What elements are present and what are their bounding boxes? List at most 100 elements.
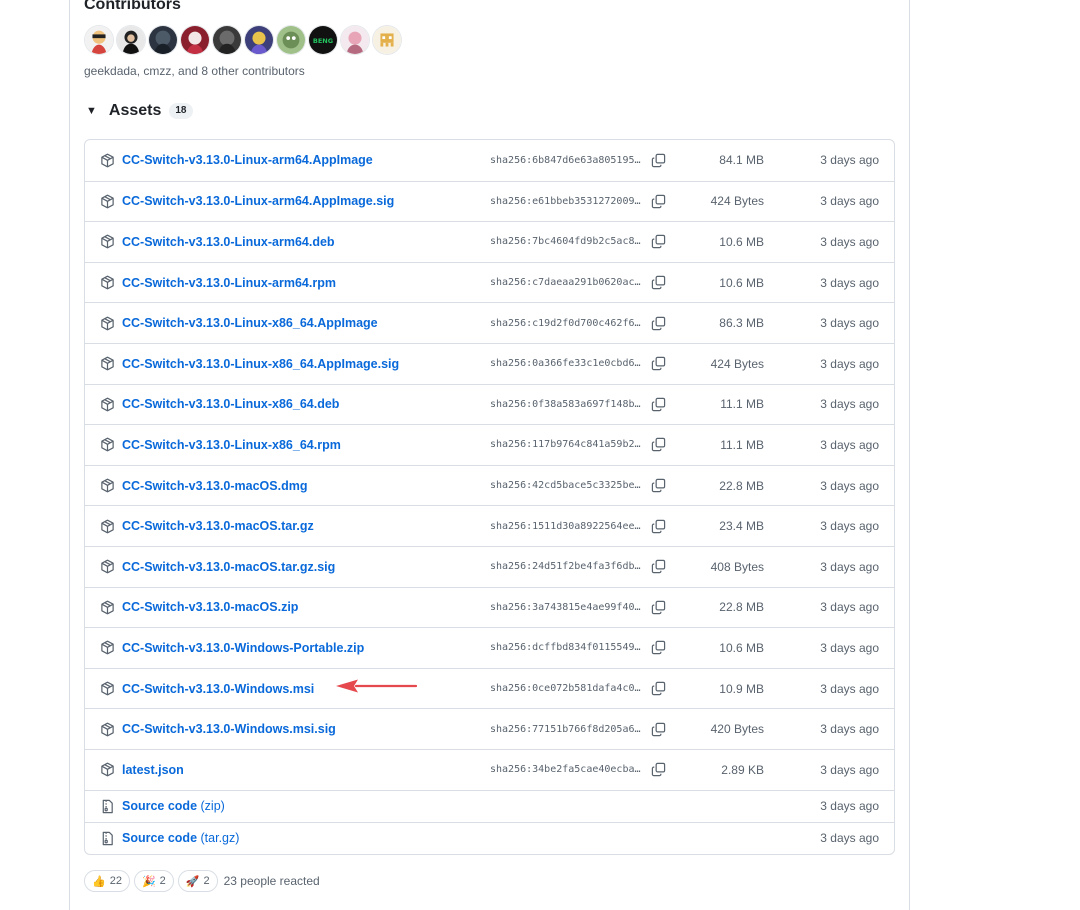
assets-list: CC-Switch-v3.13.0-Linux-arm64.AppImage s… <box>84 139 895 855</box>
asset-date: 3 days ago <box>820 356 879 371</box>
avatar[interactable] <box>180 25 210 55</box>
asset-date: 3 days ago <box>820 153 879 168</box>
asset-sha: sha256:dcffbd834f0115549… <box>490 642 641 654</box>
asset-date: 3 days ago <box>820 559 879 574</box>
package-icon <box>100 437 115 452</box>
reaction-button[interactable]: 👍 22 <box>84 870 130 892</box>
asset-link[interactable]: CC-Switch-v3.13.0-macOS.zip <box>122 600 298 614</box>
asset-size: 424 Bytes <box>710 356 764 371</box>
asset-link[interactable]: CC-Switch-v3.13.0-Windows-Portable.zip <box>122 641 364 655</box>
asset-row: CC-Switch-v3.13.0-Linux-x86_64.AppImage.… <box>85 342 894 384</box>
asset-sha: sha256:c19d2f0d700c462f6… <box>490 317 641 329</box>
copy-icon[interactable] <box>650 275 666 291</box>
copy-icon[interactable] <box>650 396 666 412</box>
copy-icon[interactable] <box>650 518 666 534</box>
copy-icon[interactable] <box>650 437 666 453</box>
asset-row: CC-Switch-v3.13.0-Windows.msi.sig sha256… <box>85 708 894 749</box>
asset-row: CC-Switch-v3.13.0-macOS.dmg sha256:42cd5… <box>85 464 894 506</box>
asset-sha: sha256:24d51f2be4fa3f6db… <box>490 561 641 573</box>
asset-date: 3 days ago <box>820 762 879 777</box>
asset-sha: sha256:c7daeaa291b0620ac… <box>490 277 641 289</box>
asset-link[interactable]: CC-Switch-v3.13.0-Linux-arm64.AppImage <box>122 153 373 167</box>
asset-link[interactable]: latest.json <box>122 763 184 777</box>
copy-icon[interactable] <box>650 193 666 209</box>
asset-link[interactable]: CC-Switch-v3.13.0-Linux-x86_64.AppImage <box>122 316 378 330</box>
asset-row: CC-Switch-v3.13.0-macOS.tar.gz sha256:15… <box>85 505 894 546</box>
avatar[interactable] <box>372 25 402 55</box>
reaction-button[interactable]: 🎉 2 <box>133 870 174 892</box>
source-row: Source code (tar.gz) 3 days ago <box>85 821 894 854</box>
package-icon <box>100 640 115 655</box>
copy-icon[interactable] <box>650 315 666 331</box>
asset-row: latest.json sha256:34be2fa5cae40ecba… 2.… <box>85 748 894 790</box>
asset-link[interactable]: CC-Switch-v3.13.0-macOS.tar.gz <box>122 519 314 533</box>
asset-row: CC-Switch-v3.13.0-Linux-arm64.AppImage.s… <box>85 180 894 222</box>
reactions-summary: 23 people reacted <box>223 874 320 888</box>
package-icon <box>100 559 115 574</box>
reaction-count: 2 <box>203 875 210 887</box>
asset-link[interactable]: CC-Switch-v3.13.0-Windows.msi <box>122 682 314 696</box>
asset-link[interactable]: CC-Switch-v3.13.0-Linux-x86_64.AppImage.… <box>122 357 399 371</box>
package-icon <box>100 194 115 209</box>
copy-icon[interactable] <box>650 721 666 737</box>
asset-row: CC-Switch-v3.13.0-macOS.zip sha256:3a743… <box>85 586 894 628</box>
copy-icon[interactable] <box>650 152 666 168</box>
reaction-count: 2 <box>159 875 166 887</box>
source-code-link[interactable]: Source code (tar.gz) <box>122 831 239 845</box>
asset-link[interactable]: CC-Switch-v3.13.0-Linux-x86_64.rpm <box>122 438 341 452</box>
asset-size: 23.4 MB <box>719 519 764 534</box>
avatar[interactable] <box>244 25 274 55</box>
asset-link[interactable]: CC-Switch-v3.13.0-Linux-arm64.rpm <box>122 276 336 290</box>
asset-date: 3 days ago <box>820 519 879 534</box>
reaction-emoji-icon: 🎉 <box>141 875 156 888</box>
copy-icon[interactable] <box>650 234 666 250</box>
copy-icon[interactable] <box>650 681 666 697</box>
asset-link[interactable]: CC-Switch-v3.13.0-Linux-x86_64.deb <box>122 397 339 411</box>
asset-date: 3 days ago <box>820 397 879 412</box>
avatar[interactable] <box>84 25 114 55</box>
asset-link[interactable]: CC-Switch-v3.13.0-Linux-arm64.deb <box>122 235 335 249</box>
avatar[interactable] <box>148 25 178 55</box>
copy-icon[interactable] <box>650 762 666 778</box>
asset-date: 3 days ago <box>820 275 879 290</box>
package-icon <box>100 316 115 331</box>
reaction-count: 22 <box>109 875 122 887</box>
avatar[interactable] <box>116 25 146 55</box>
asset-date: 3 days ago <box>820 437 879 452</box>
avatar[interactable] <box>212 25 242 55</box>
contributor-avatars: BENG <box>84 25 402 55</box>
source-code-link[interactable]: Source code (zip) <box>122 799 225 813</box>
copy-icon[interactable] <box>650 559 666 575</box>
copy-icon[interactable] <box>650 640 666 656</box>
asset-sha: sha256:0ce072b581dafa4c0… <box>490 683 641 695</box>
asset-link[interactable]: CC-Switch-v3.13.0-macOS.tar.gz.sig <box>122 560 335 574</box>
avatar[interactable]: BENG <box>308 25 338 55</box>
svg-text:BENG: BENG <box>313 37 333 45</box>
copy-icon[interactable] <box>650 478 666 494</box>
avatar[interactable] <box>340 25 370 55</box>
asset-link[interactable]: CC-Switch-v3.13.0-Windows.msi.sig <box>122 722 336 736</box>
asset-row: CC-Switch-v3.13.0-Linux-arm64.rpm sha256… <box>85 261 894 303</box>
avatar[interactable] <box>276 25 306 55</box>
asset-row: CC-Switch-v3.13.0-Linux-arm64.AppImage s… <box>85 140 894 181</box>
asset-sha: sha256:42cd5bace5c3325be… <box>490 480 641 492</box>
source-code-label: Source code <box>122 831 198 845</box>
assets-toggle[interactable]: ▼ Assets 18 <box>84 100 193 122</box>
package-icon <box>100 478 115 493</box>
source-row: Source code (zip) 3 days ago <box>85 789 894 822</box>
asset-link[interactable]: CC-Switch-v3.13.0-macOS.dmg <box>122 479 307 493</box>
reaction-button[interactable]: 🚀 2 <box>177 870 218 892</box>
annotation-arrow-icon <box>336 679 418 693</box>
package-icon <box>100 722 115 737</box>
asset-sha: sha256:34be2fa5cae40ecba… <box>490 764 641 776</box>
copy-icon[interactable] <box>650 356 666 372</box>
asset-sha: sha256:e61bbeb3531272009… <box>490 195 641 207</box>
contributors-title: Contributors <box>84 0 181 13</box>
copy-icon[interactable] <box>650 599 666 615</box>
reactions-bar: 👍 22 🎉 2 🚀 2 23 people reacted <box>84 870 320 892</box>
assets-count-badge: 18 <box>169 103 193 119</box>
asset-link[interactable]: CC-Switch-v3.13.0-Linux-arm64.AppImage.s… <box>122 194 394 208</box>
source-code-label: Source code <box>122 799 198 813</box>
asset-row: CC-Switch-v3.13.0-macOS.tar.gz.sig sha25… <box>85 545 894 587</box>
asset-size: 10.6 MB <box>719 640 764 655</box>
